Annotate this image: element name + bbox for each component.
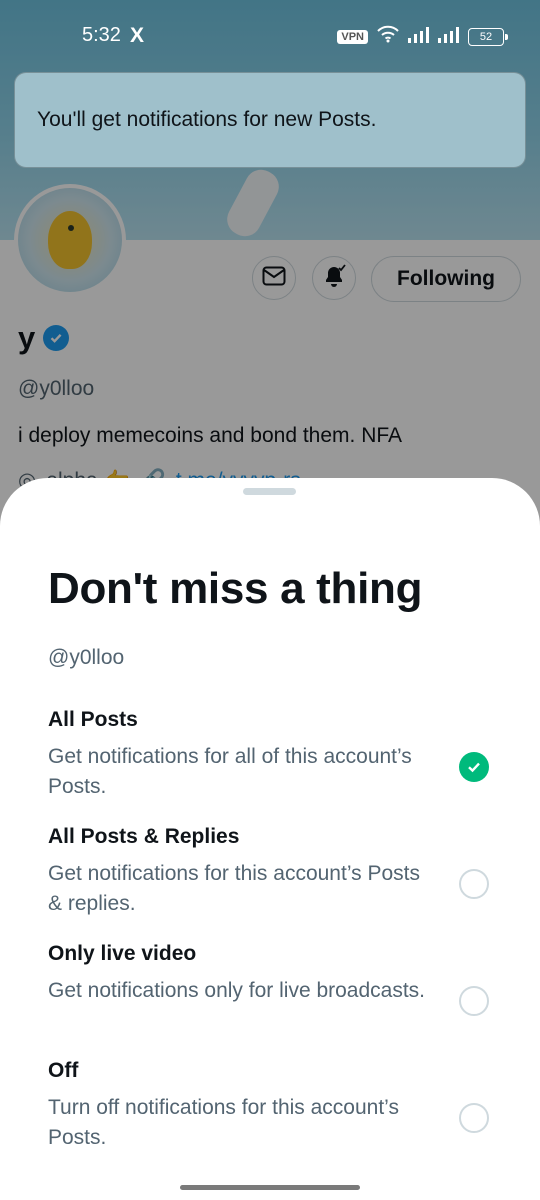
option-description: Get notifications for this account’s Pos… (48, 862, 420, 915)
message-button[interactable] (252, 256, 296, 300)
option-title: Off (48, 1059, 79, 1082)
option-only-live-video[interactable]: Only live video Get notifications only f… (0, 942, 540, 1054)
option-all-posts-replies[interactable]: All Posts & Replies Get notifications fo… (0, 825, 540, 937)
profile-bio: i deploy memecoins and bond them. NFA (18, 424, 403, 447)
x-app-icon: X (130, 24, 145, 47)
signal-icon (408, 26, 430, 49)
following-button[interactable]: Following (371, 256, 521, 302)
option-off[interactable]: Off Turn off notifications for this acco… (0, 1059, 540, 1171)
wifi-icon (376, 25, 400, 49)
status-bar: 5:32 X VPN 52 (0, 0, 540, 70)
battery-level: 52 (479, 31, 493, 43)
checked-radio-icon[interactable] (459, 752, 489, 782)
bell-icon (321, 263, 347, 294)
following-label: Following (397, 267, 495, 290)
sheet-handle: @y0lloo (48, 646, 125, 669)
home-indicator[interactable] (180, 1185, 360, 1190)
notification-toast: You'll get notifications for new Posts. (14, 72, 526, 168)
mail-icon (262, 266, 286, 291)
display-name: y (18, 320, 70, 356)
profile-handle: @y0lloo (18, 377, 95, 400)
option-title: All Posts (48, 708, 138, 731)
avatar[interactable] (14, 184, 126, 296)
radio-button-icon[interactable] (459, 1103, 489, 1133)
option-description: Get notifications only for live broadcas… (48, 979, 426, 1002)
option-description: Turn off notifications for this account’… (48, 1096, 399, 1149)
radio-button-icon[interactable] (459, 986, 489, 1016)
toast-message: You'll get notifications for new Posts. (37, 108, 377, 131)
sheet-drag-handle[interactable] (243, 488, 296, 495)
notifications-bell-button[interactable] (312, 256, 356, 300)
option-all-posts[interactable]: All Posts Get notifications for all of t… (0, 708, 540, 820)
signal-icon-2 (438, 26, 460, 49)
verified-badge-icon (43, 325, 70, 351)
notification-settings-sheet: Don't miss a thing @y0lloo All Posts Get… (0, 478, 540, 1200)
battery-icon: 52 (468, 28, 508, 46)
sheet-title: Don't miss a thing (48, 564, 423, 613)
radio-button-icon[interactable] (459, 869, 489, 899)
option-title: All Posts & Replies (48, 825, 240, 848)
option-title: Only live video (48, 942, 197, 965)
option-description: Get notifications for all of this accoun… (48, 745, 412, 798)
profile-name: y (18, 320, 36, 355)
vpn-badge: VPN (337, 30, 368, 44)
status-time: 5:32 (82, 24, 121, 46)
